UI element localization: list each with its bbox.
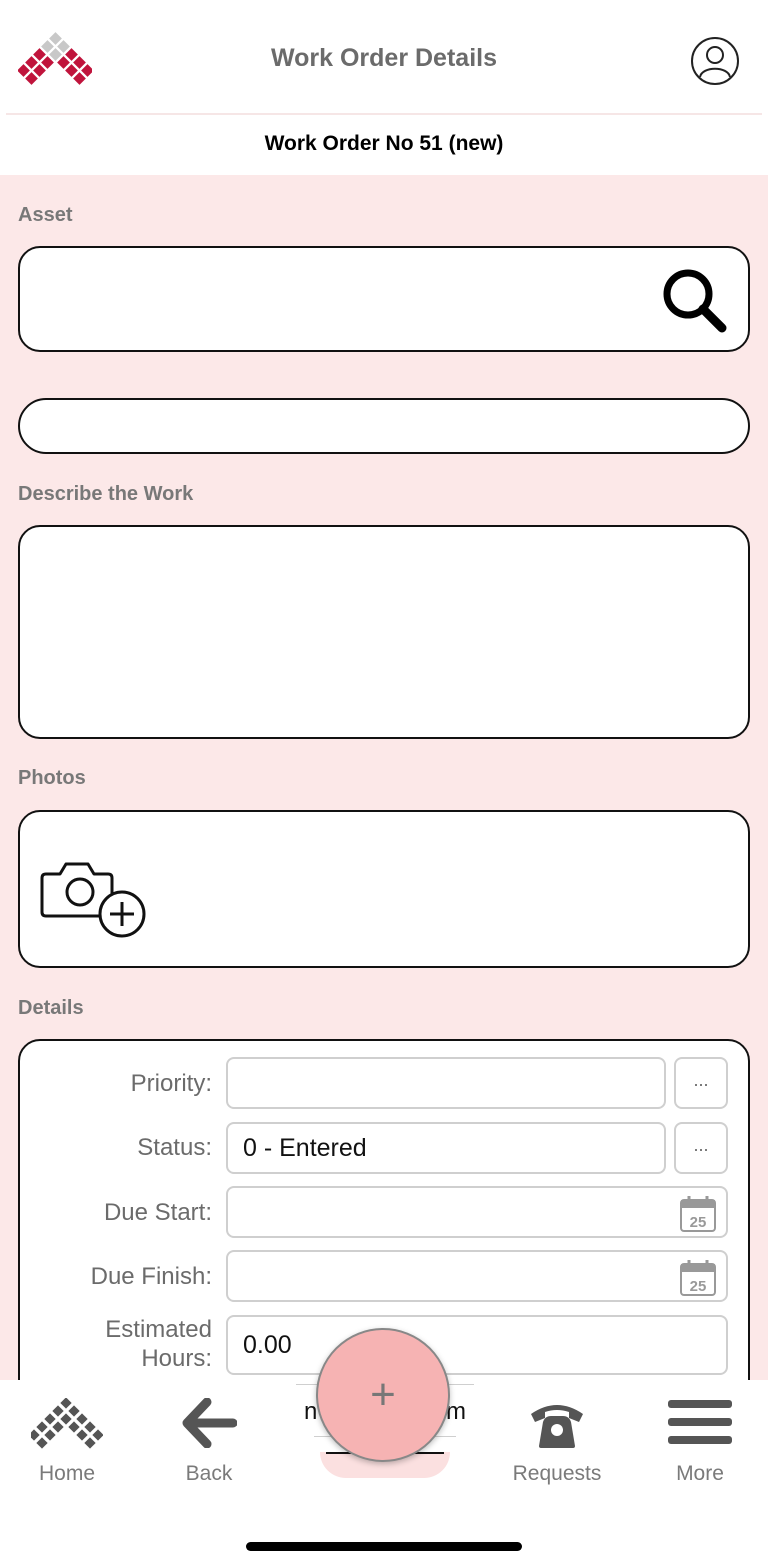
add-fab-button[interactable]: + [316,1328,450,1462]
search-icon[interactable] [660,266,730,336]
tab-more[interactable]: More [635,1380,765,1490]
estimated-hours-field[interactable]: 0.00 [226,1315,728,1375]
tab-home-label: Home [38,1462,96,1485]
app-header: Work Order Details [0,0,768,115]
page-title: Work Order Details [270,44,497,72]
estimated-hours-label: Estimated Hours: [105,1315,212,1373]
svg-text:25: 25 [690,1278,707,1295]
describe-work-textarea[interactable] [18,525,750,739]
due-finish-label: Due Finish: [90,1263,212,1290]
work-order-banner: Work Order No 51 (new) [0,115,768,175]
status-label: Status: [137,1134,212,1161]
priority-lookup-button[interactable]: ... [674,1057,728,1109]
center-text-left: n [304,1398,318,1425]
asset-search-field[interactable] [18,246,750,352]
hamburger-menu-icon [668,1400,732,1444]
status-lookup-button[interactable]: ... [674,1122,728,1174]
details-label: Details [18,997,84,1019]
tab-more-label: More [676,1462,724,1485]
user-circle-icon[interactable] [690,36,740,86]
telephone-icon [531,1405,583,1448]
work-order-number: Work Order No 51 (new) [264,132,504,155]
asset-label: Asset [18,204,73,226]
tab-back-label: Back [185,1462,233,1485]
due-start-field[interactable]: 25 [226,1186,728,1238]
photos-label: Photos [18,767,86,789]
priority-label: Priority: [130,1070,212,1097]
estimated-hours-label-line1: Estimated [105,1316,212,1343]
form-content: Asset Describe the Work Photos Details P… [0,175,768,1380]
due-start-label: Due Start: [103,1199,212,1226]
calendar-icon[interactable]: 25 [678,1258,718,1298]
priority-field[interactable] [226,1057,666,1109]
tab-requests[interactable]: Requests [492,1380,622,1490]
home-indicator [246,1542,522,1551]
status-field[interactable]: 0 - Entered [226,1122,666,1174]
photos-box [18,810,750,968]
estimated-hours-label-line2: Hours: [141,1345,212,1372]
home-diamond-grid-icon [31,1398,103,1449]
tab-back[interactable]: Back [144,1380,274,1490]
due-finish-field[interactable]: 25 [226,1250,728,1302]
tab-requests-label: Requests [512,1462,602,1485]
tab-home[interactable]: Home [2,1380,132,1490]
add-photo-camera-icon[interactable] [38,856,148,940]
describe-work-label: Describe the Work [18,483,194,505]
calendar-icon[interactable]: 25 [678,1194,718,1234]
asset-description-field[interactable] [18,398,750,454]
plus-icon: + [370,1370,396,1419]
back-arrow-icon [182,1398,237,1448]
svg-text:25: 25 [690,1214,707,1231]
